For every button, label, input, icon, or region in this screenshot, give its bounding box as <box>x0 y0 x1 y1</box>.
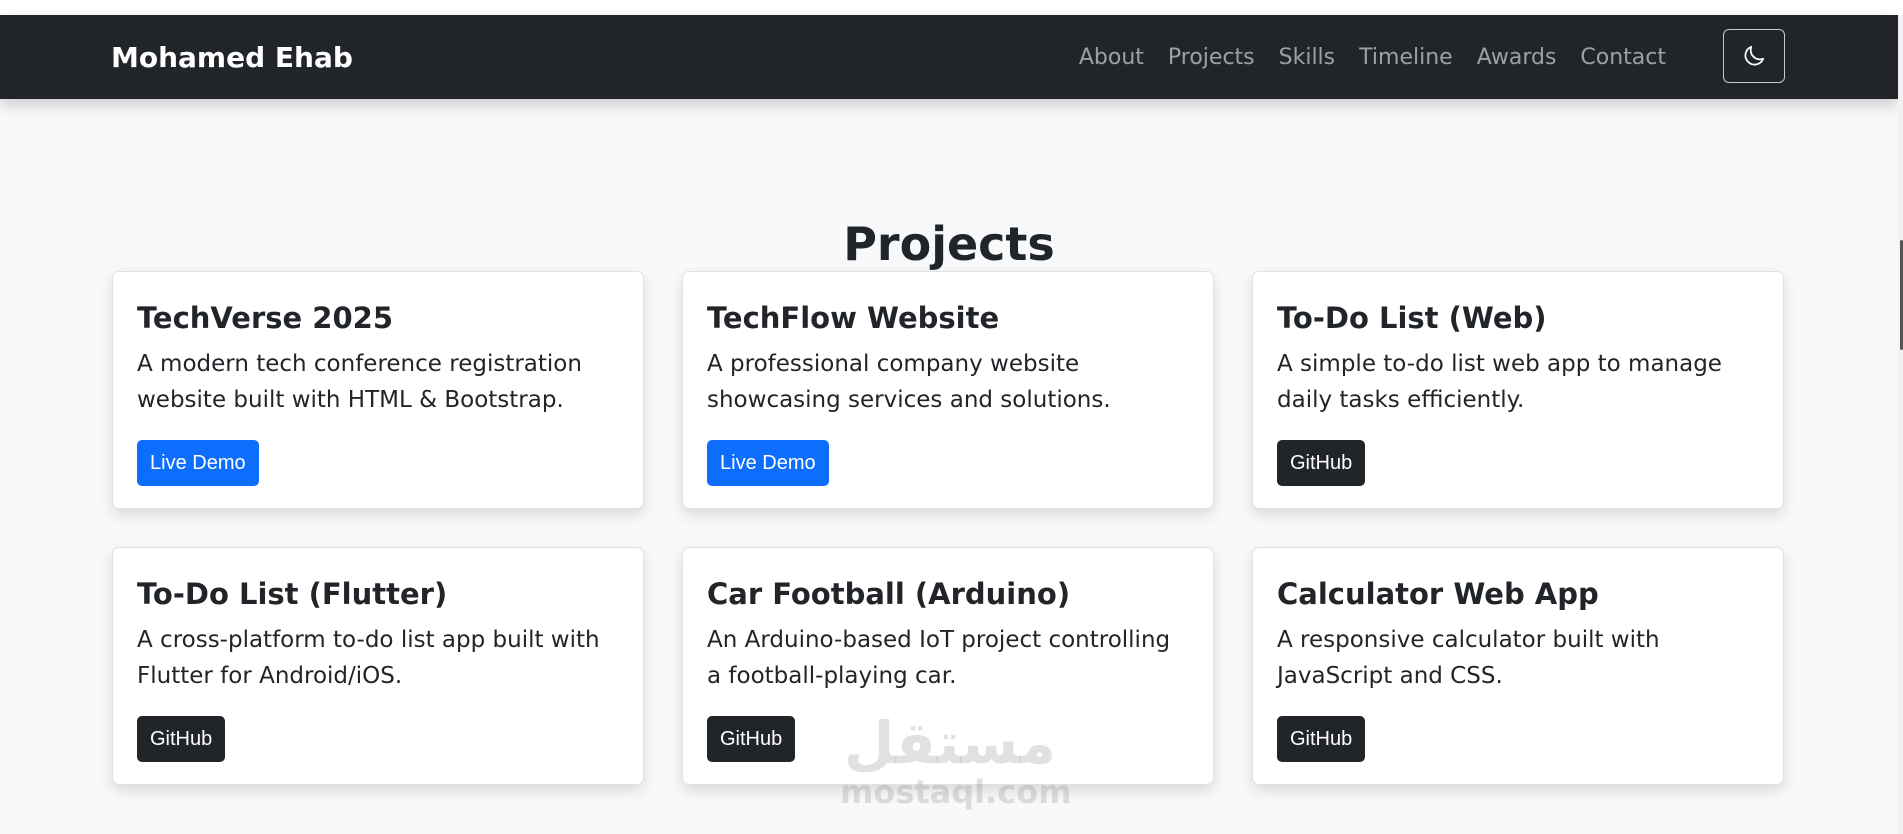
live-demo-button[interactable]: Live Demo <box>137 440 259 486</box>
project-card: TechVerse 2025 A modern tech conference … <box>112 271 644 509</box>
live-demo-button[interactable]: Live Demo <box>707 440 829 486</box>
nav-link-timeline[interactable]: Timeline <box>1347 43 1465 73</box>
nav-link-about[interactable]: About <box>1067 43 1156 73</box>
theme-toggle-button[interactable] <box>1723 29 1785 83</box>
project-title: TechFlow Website <box>707 301 1000 335</box>
project-title: To-Do List (Flutter) <box>137 577 448 611</box>
project-title: TechVerse 2025 <box>137 301 394 335</box>
scrollbar-track[interactable] <box>1898 15 1903 834</box>
github-button[interactable]: GitHub <box>707 716 796 762</box>
nav-link-skills[interactable]: Skills <box>1267 43 1348 73</box>
project-card: TechFlow Website A professional company … <box>682 271 1214 509</box>
project-description: A cross-platform to-do list app built wi… <box>137 627 600 689</box>
github-button[interactable]: GitHub <box>1277 440 1366 486</box>
project-card: To-Do List (Flutter) A cross-platform to… <box>112 547 644 785</box>
navbar-brand[interactable]: Mohamed Ehab <box>111 41 353 75</box>
project-description: A simple to-do list web app to manage da… <box>1277 351 1722 413</box>
browser-top-strip <box>0 0 1903 15</box>
project-card: Calculator Web App A responsive calculat… <box>1252 547 1784 785</box>
project-title: Car Football (Arduino) <box>707 577 1071 611</box>
nav-link-contact[interactable]: Contact <box>1568 43 1678 73</box>
section-title: Projects <box>843 217 1055 272</box>
project-card: To-Do List (Web) A simple to-do list web… <box>1252 271 1784 509</box>
navbar: Mohamed Ehab About Projects Skills Timel… <box>0 15 1898 99</box>
nav-link-projects[interactable]: Projects <box>1156 43 1267 73</box>
nav-links: About Projects Skills Timeline Awards Co… <box>1067 43 1678 73</box>
moon-icon <box>1744 45 1765 66</box>
project-description: A professional company website showcasin… <box>707 351 1111 413</box>
nav-link-awards[interactable]: Awards <box>1465 43 1569 73</box>
project-card: Car Football (Arduino) An Arduino-based … <box>682 547 1214 785</box>
project-description: A responsive calculator built with JavaS… <box>1277 627 1660 689</box>
project-title: Calculator Web App <box>1277 577 1599 611</box>
project-title: To-Do List (Web) <box>1277 301 1547 335</box>
project-description: A modern tech conference registration we… <box>137 351 582 413</box>
github-button[interactable]: GitHub <box>1277 716 1366 762</box>
project-description: An Arduino-based IoT project controlling… <box>707 627 1171 689</box>
github-button[interactable]: GitHub <box>137 716 226 762</box>
